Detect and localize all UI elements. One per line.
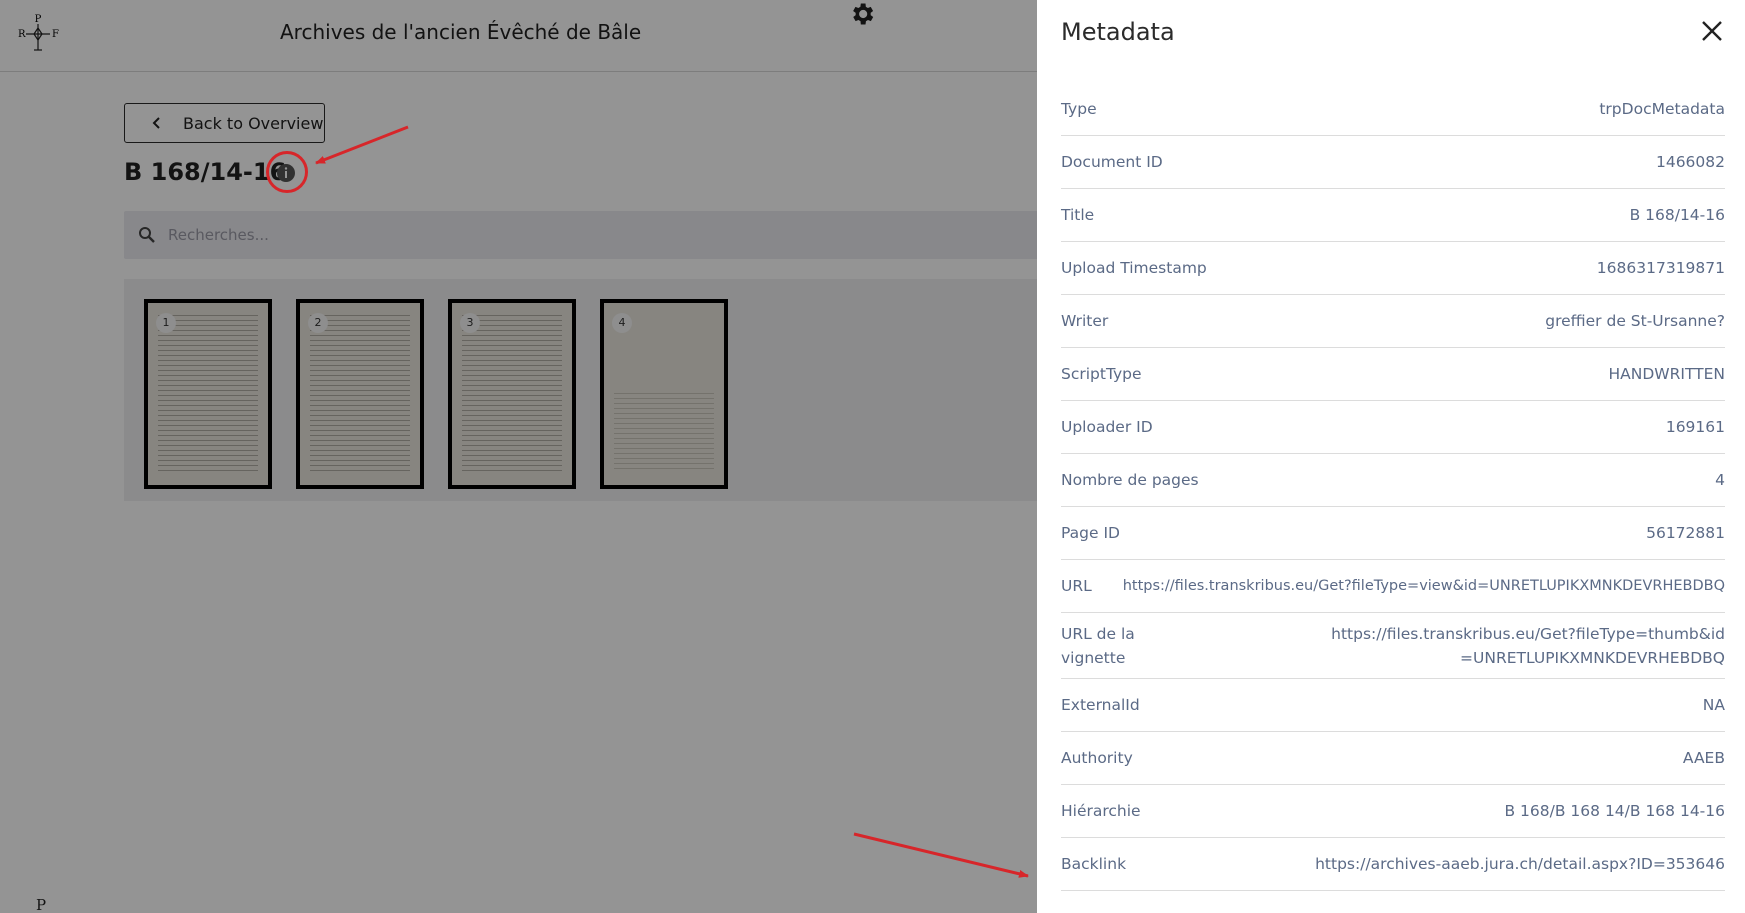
metadata-key: URL [1061,577,1092,595]
metadata-key: Hiérarchie [1061,802,1141,820]
metadata-value: greffier de St-Ursanne? [1545,312,1725,330]
metadata-key: Type [1061,100,1097,118]
metadata-list: Type trpDocMetadata Document ID 1466082 … [1061,83,1725,891]
metadata-key: Page ID [1061,524,1120,542]
metadata-key: Backlink [1061,855,1127,873]
metadata-value: B 168/B 168 14/B 168 14-16 [1504,802,1726,820]
metadata-row: ExternalId NA [1061,679,1725,732]
metadata-key: Nombre de pages [1061,471,1199,489]
metadata-key: ExternalId [1061,696,1140,714]
metadata-value: NA [1702,696,1725,714]
metadata-row: Hiérarchie B 168/B 168 14/B 168 14-16 [1061,785,1725,838]
metadata-key: Authority [1061,749,1133,767]
metadata-value: B 168/14-16 [1629,206,1725,224]
metadata-panel: Metadata Type trpDocMetadata Document ID… [1037,0,1745,913]
metadata-value: 4 [1715,471,1725,489]
metadata-row: Writer greffier de St-Ursanne? [1061,295,1725,348]
metadata-row: Nombre de pages 4 [1061,454,1725,507]
metadata-row: ScriptType HANDWRITTEN [1061,348,1725,401]
metadata-value: AAEB [1682,749,1725,767]
metadata-value: trpDocMetadata [1599,100,1725,118]
metadata-row: Upload Timestamp 1686317319871 [1061,242,1725,295]
metadata-value: 1466082 [1655,153,1725,171]
metadata-value: 169161 [1665,418,1725,436]
metadata-key: Document ID [1061,153,1163,171]
metadata-key: ScriptType [1061,365,1142,383]
annotation-circle [266,151,308,193]
metadata-row: Document ID 1466082 [1061,136,1725,189]
metadata-row: Type trpDocMetadata [1061,83,1725,136]
metadata-key: Title [1061,206,1095,224]
metadata-row: Backlink https://archives-aaeb.jura.ch/d… [1061,838,1725,891]
metadata-row: Page ID 56172881 [1061,507,1725,560]
metadata-value: 1686317319871 [1596,259,1725,277]
metadata-key: URL de la vignette [1061,624,1135,667]
metadata-value-link[interactable]: https://archives-aaeb.jura.ch/detail.asp… [1315,855,1725,873]
metadata-row: URL https://files.transkribus.eu/Get?fil… [1061,560,1725,613]
metadata-key: Upload Timestamp [1061,259,1207,277]
metadata-row: Title B 168/14-16 [1061,189,1725,242]
metadata-value-link[interactable]: https://files.transkribus.eu/Get?fileTyp… [1123,578,1725,594]
metadata-value-link[interactable]: https://files.transkribus.eu/Get?fileTyp… [1325,622,1725,670]
metadata-value: 56172881 [1646,524,1725,542]
metadata-row: URL de la vignette https://files.transkr… [1061,613,1725,679]
panel-title: Metadata [1061,18,1175,46]
metadata-row: Authority AAEB [1061,732,1725,785]
metadata-row: Uploader ID 169161 [1061,401,1725,454]
close-icon[interactable] [1699,18,1725,44]
metadata-key: Writer [1061,312,1109,330]
metadata-key: Uploader ID [1061,418,1153,436]
metadata-value: HANDWRITTEN [1608,365,1725,383]
